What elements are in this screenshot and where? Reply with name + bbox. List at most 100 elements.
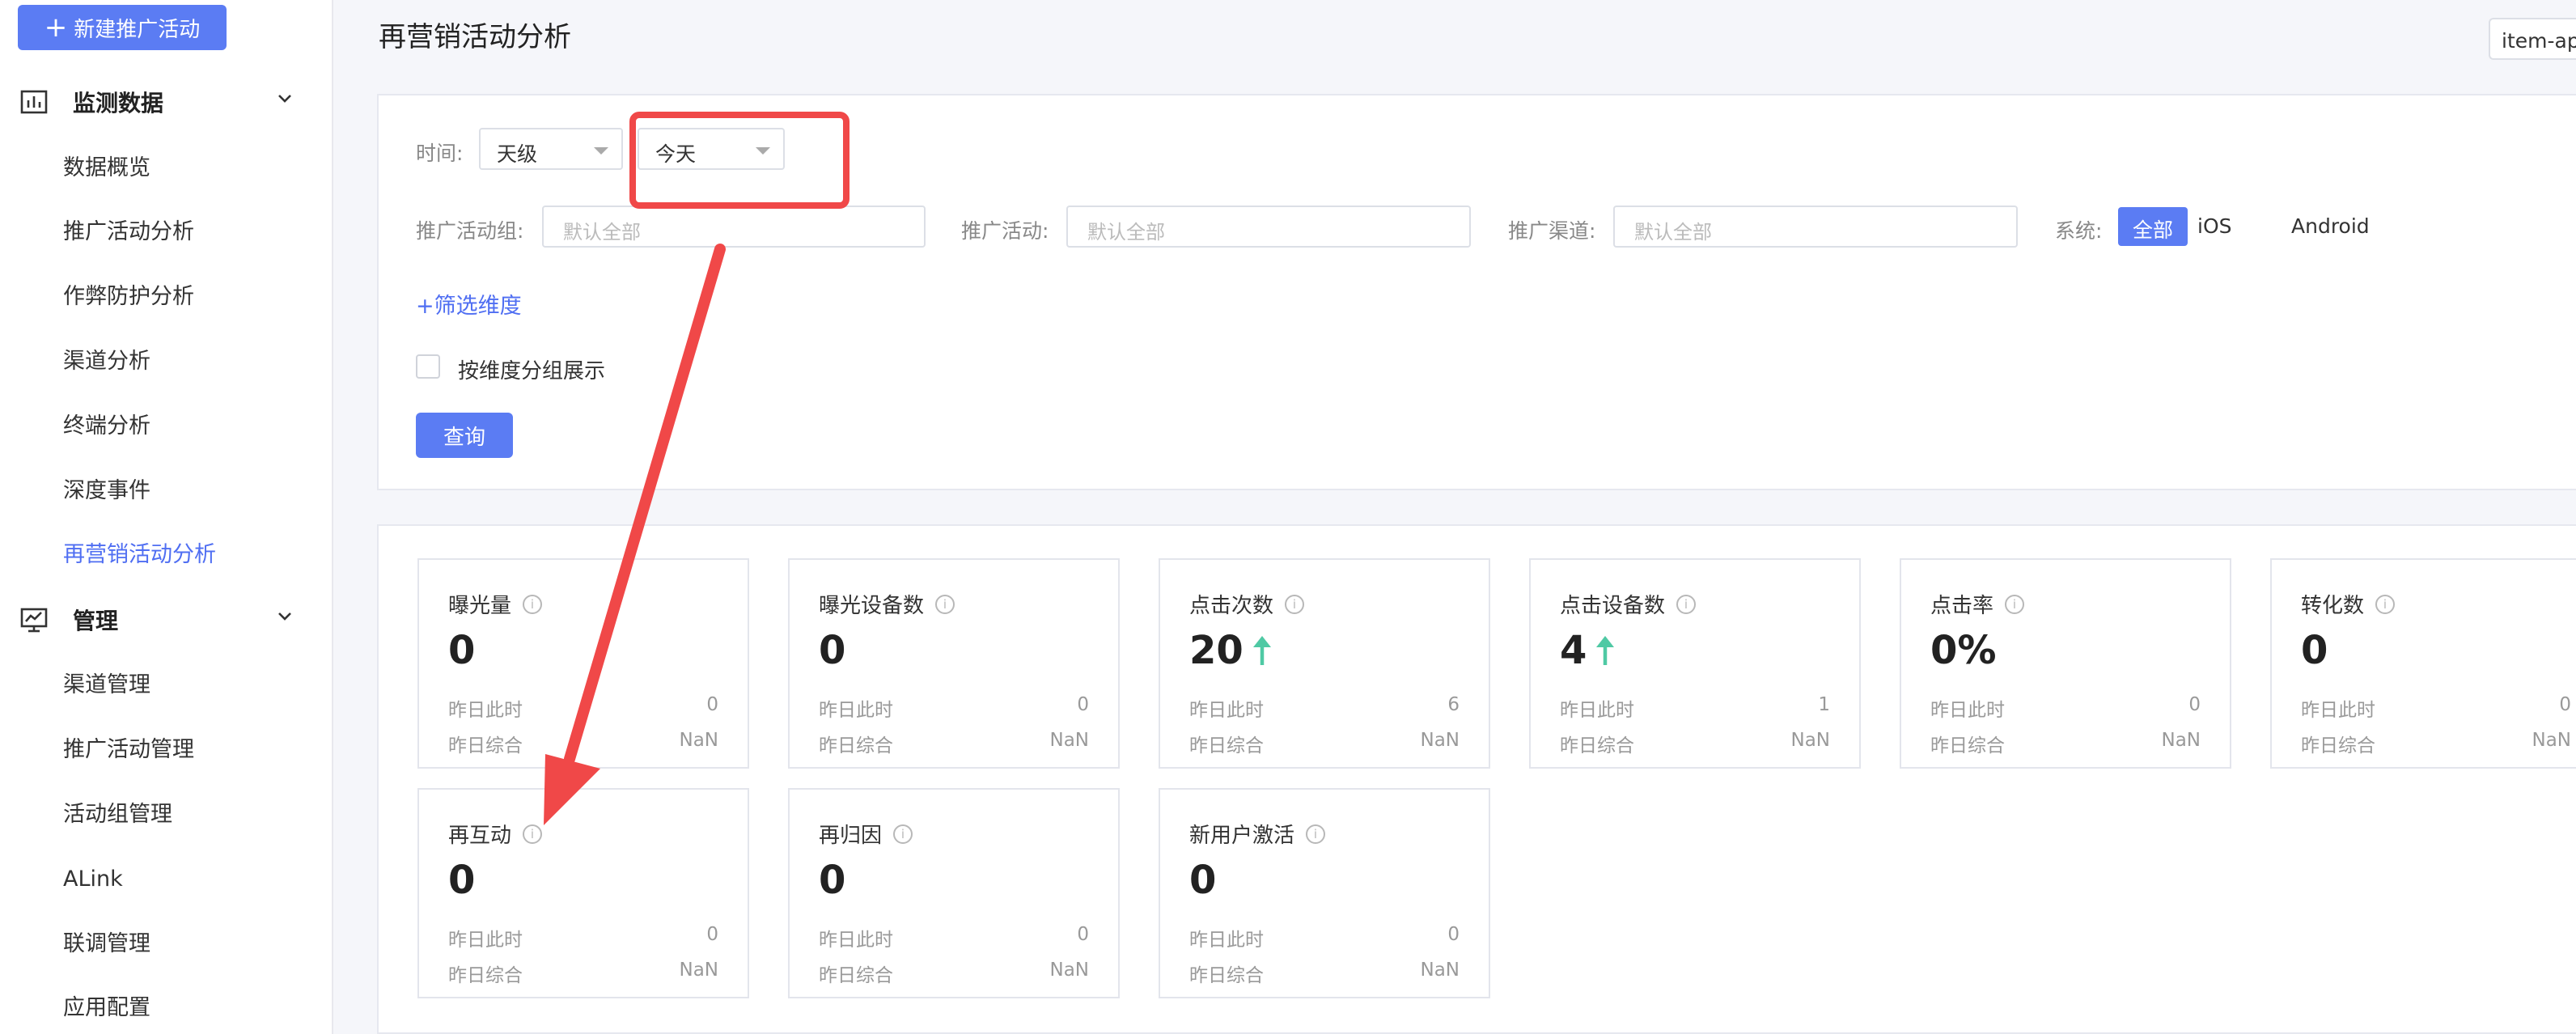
chart-bar-icon [20, 90, 48, 114]
metric-yesterday-label: 昨日此时 [1189, 700, 1264, 721]
chevron-down-icon [278, 612, 291, 621]
metric-yesterday-row: 昨日此时 6 [1189, 694, 1460, 722]
metric-overall-label: 昨日综合 [819, 965, 893, 986]
sidebar-item-alink[interactable]: ALink [63, 863, 123, 896]
channel-input[interactable]: 默认全部 [1613, 206, 2018, 248]
page-title: 再营销活动分析 [379, 21, 571, 53]
campaign-label: 推广活动: [961, 219, 1049, 243]
trend-up-arrow-icon [1252, 636, 1271, 665]
granularity-select[interactable]: 天级 [479, 128, 623, 170]
metric-overall-value: NaN [1790, 730, 1830, 751]
metric-value: 0 [448, 628, 475, 673]
info-icon[interactable]: i [523, 824, 543, 844]
metric-value: 0 [819, 628, 845, 673]
metric-overall-row: 昨日综合 NaN [819, 730, 1089, 757]
metric-card-new-user-activation: 新用户激活 i 0 昨日此时 0 昨日综合 NaN [1159, 788, 1490, 998]
add-dimension-link[interactable]: +筛选维度 [416, 288, 522, 320]
info-icon[interactable]: i [523, 594, 543, 614]
metric-value: 0 [448, 858, 475, 903]
nav-group-label: 管理 [73, 608, 119, 634]
sidebar-item-deep-events[interactable]: 深度事件 [63, 475, 150, 507]
new-campaign-label: 新建推广活动 [74, 17, 201, 42]
metric-overall-label: 昨日综合 [448, 965, 523, 986]
group-by-checkbox[interactable] [416, 354, 440, 379]
metric-overall-row: 昨日综合 NaN [1560, 730, 1830, 757]
info-icon[interactable]: i [2005, 594, 2025, 614]
sidebar-item-app-config[interactable]: 应用配置 [63, 992, 150, 1024]
info-icon[interactable]: i [1285, 594, 1305, 614]
metric-title-text: 再归因 [819, 824, 883, 848]
metric-card-conversions: 转化数 i 0 昨日此时 0 昨日综合 NaN [2270, 558, 2576, 769]
metric-overall-value: NaN [679, 730, 718, 751]
date-range-select[interactable]: 今天 [638, 128, 785, 170]
metric-value: 0% [1930, 628, 1997, 673]
metric-overall-row: 昨日综合 NaN [448, 960, 718, 987]
sidebar-item-channel-analysis[interactable]: 渠道分析 [63, 345, 150, 378]
metric-yesterday-row: 昨日此时 0 [448, 694, 718, 722]
query-button[interactable]: 查询 [416, 413, 513, 458]
metric-yesterday-row: 昨日此时 0 [2301, 694, 2571, 722]
metric-yesterday-label: 昨日此时 [448, 930, 523, 951]
metric-yesterday-value: 0 [1447, 924, 1460, 945]
plus-icon: + [44, 11, 68, 44]
nav-group-label: 监测数据 [73, 90, 164, 117]
metric-title-text: 曝光量 [448, 594, 512, 618]
metric-card-exposure-devices: 曝光设备数 i 0 昨日此时 0 昨日综合 NaN [788, 558, 1120, 769]
sidebar-item-fraud-analysis[interactable]: 作弊防护分析 [63, 281, 194, 313]
metric-value-text: 4 [1560, 628, 1587, 673]
metrics-panel: 曝光量 i 0 昨日此时 0 昨日综合 NaN 曝光设备数 i 0 昨日此时 0 昨日综合 NaN 点击次数… [377, 524, 2576, 1034]
metric-yesterday-row: 昨日此时 1 [1560, 694, 1830, 722]
metric-yesterday-label: 昨日此时 [1189, 930, 1264, 951]
metric-yesterday-label: 昨日此时 [819, 930, 893, 951]
sidebar-item-overview[interactable]: 数据概览 [63, 152, 150, 184]
app-select[interactable]: item-app [2489, 18, 2576, 60]
metric-yesterday-row: 昨日此时 0 [1189, 924, 1460, 951]
nav-group-monitor[interactable]: 监测数据 [19, 78, 294, 126]
system-option-android[interactable]: Android [2277, 207, 2384, 246]
campaign-input[interactable]: 默认全部 [1066, 206, 1471, 248]
sidebar-item-campaign-analysis[interactable]: 推广活动分析 [63, 216, 194, 248]
info-icon[interactable]: i [935, 594, 955, 614]
metric-value-text: 0 [448, 628, 476, 673]
metric-title-text: 新用户激活 [1189, 824, 1295, 848]
nav-group-manage[interactable]: 管理 [19, 595, 294, 644]
metric-title: 曝光设备数 i [819, 589, 955, 619]
metric-overall-row: 昨日综合 NaN [1189, 960, 1460, 987]
system-option-ios[interactable]: iOS [2183, 207, 2247, 246]
metric-yesterday-label: 昨日此时 [2301, 700, 2375, 721]
info-icon[interactable]: i [1306, 824, 1326, 844]
sidebar-item-remarketing-analysis[interactable]: 再营销活动分析 [63, 539, 216, 571]
metric-card-clicks: 点击次数 i 20 昨日此时 6 昨日综合 NaN [1159, 558, 1490, 769]
sidebar-item-campaign-manage[interactable]: 推广活动管理 [63, 734, 194, 766]
info-icon[interactable]: i [893, 824, 913, 844]
campaign-group-input[interactable]: 默认全部 [542, 206, 926, 248]
metric-yesterday-value: 0 [706, 924, 718, 945]
metric-yesterday-row: 昨日此时 0 [448, 924, 718, 951]
metric-overall-label: 昨日综合 [1930, 735, 2005, 756]
info-icon[interactable]: i [2375, 594, 2396, 614]
metric-title: 点击次数 i [1189, 589, 1305, 619]
metric-value: 0 [2301, 628, 2328, 673]
metric-yesterday-value: 0 [1077, 694, 1089, 715]
metric-yesterday-value: 0 [1077, 924, 1089, 945]
metric-value-text: 0 [1189, 858, 1217, 903]
sidebar-item-group-manage[interactable]: 活动组管理 [63, 799, 172, 831]
metric-yesterday-row: 昨日此时 0 [819, 924, 1089, 951]
filter-panel: 时间: 天级 今天 推广活动组: 默认全部 推广活动: 默认全部 推广渠道: 默… [377, 94, 2576, 490]
metric-overall-label: 昨日综合 [448, 735, 523, 756]
metric-title-text: 点击设备数 [1560, 594, 1666, 618]
chevron-down-icon [278, 95, 291, 103]
sidebar-item-debug-manage[interactable]: 联调管理 [63, 928, 150, 960]
metric-yesterday-value: 0 [706, 694, 718, 715]
new-campaign-button[interactable]: + 新建推广活动 [18, 5, 227, 50]
info-icon[interactable]: i [1676, 594, 1697, 614]
metric-overall-value: NaN [1049, 730, 1089, 751]
metric-value-text: 0 [819, 628, 846, 673]
sidebar-item-device-analysis[interactable]: 终端分析 [63, 410, 150, 443]
system-option-all[interactable]: 全部 [2118, 207, 2188, 246]
metric-title: 再互动 i [448, 819, 543, 849]
time-label: 时间: [416, 142, 464, 165]
sidebar-item-channel-manage[interactable]: 渠道管理 [63, 669, 150, 701]
monitor-chart-icon [20, 608, 48, 633]
metric-title: 再归因 i [819, 819, 913, 849]
